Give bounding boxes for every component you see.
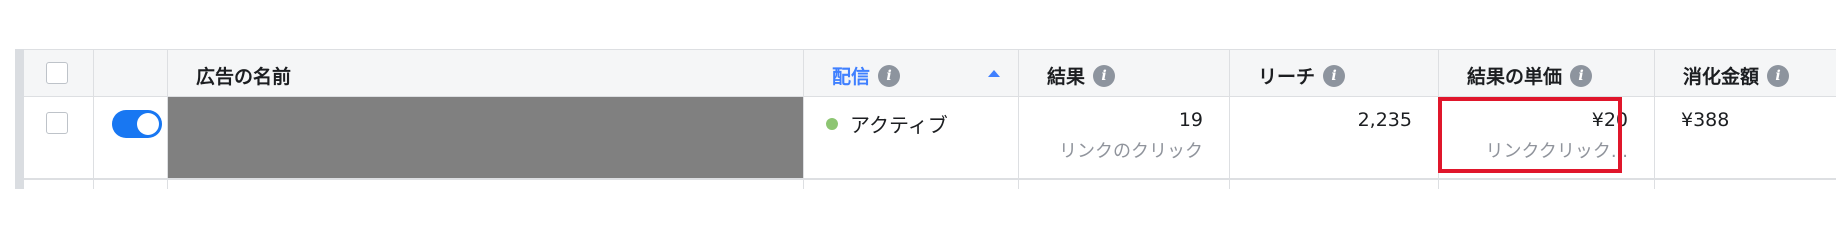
info-icon[interactable]: i [1093, 64, 1116, 87]
header-ad-name[interactable]: 広告の名前 [168, 50, 804, 96]
ads-manager-table: 広告の名前 配信 i 結果 i リーチ i 結果の単価 i 消化金額 i アクテ… [0, 0, 1836, 252]
redacted-ad-name [168, 97, 803, 178]
delivery-cell: アクティブ [804, 97, 1019, 178]
column-label-amount-spent: 消化金額 [1683, 66, 1760, 88]
info-icon[interactable]: i [1323, 64, 1346, 87]
partial-cell [804, 180, 1019, 189]
row-select-cell [24, 97, 94, 178]
info-icon[interactable]: i [1767, 64, 1790, 87]
table-row-partial [24, 180, 1836, 189]
column-label-results: 結果 [1047, 66, 1086, 88]
amount-spent-cell: ¥388 [1655, 97, 1836, 178]
partial-cell [1655, 180, 1836, 189]
table-row[interactable]: アクティブ 19 リンクのクリック 2,235 ¥20 リンククリック... ¥… [24, 97, 1836, 180]
reach-value: 2,235 [1357, 109, 1412, 131]
ad-on-off-toggle[interactable] [112, 110, 162, 138]
header-amount-spent[interactable]: 消化金額 i [1655, 50, 1836, 96]
header-toggle-cell [94, 50, 168, 96]
header-select-cell [24, 50, 94, 96]
header-results[interactable]: 結果 i [1019, 50, 1230, 96]
table-header-row: 広告の名前 配信 i 結果 i リーチ i 結果の単価 i 消化金額 i [24, 49, 1836, 97]
column-label-cost-per-result: 結果の単価 [1467, 66, 1563, 88]
reach-cell: 2,235 [1230, 97, 1439, 178]
amount-spent-value: ¥388 [1681, 109, 1730, 131]
table-left-gutter [15, 49, 24, 189]
column-label-delivery: 配信 [832, 66, 871, 88]
cost-per-result-value: ¥20 [1591, 109, 1628, 131]
results-value: 19 [1178, 109, 1203, 131]
cost-per-result-cell: ¥20 リンククリック... [1439, 97, 1655, 178]
row-toggle-cell [94, 97, 168, 178]
column-label-reach: リーチ [1258, 66, 1316, 88]
header-reach[interactable]: リーチ i [1230, 50, 1439, 96]
select-all-checkbox[interactable] [46, 62, 68, 84]
header-delivery[interactable]: 配信 i [804, 50, 1019, 96]
partial-cell [1230, 180, 1439, 189]
results-type: リンクのクリック [1059, 141, 1203, 162]
row-checkbox[interactable] [46, 112, 68, 134]
toggle-knob [137, 113, 159, 135]
partial-cell [168, 180, 804, 189]
info-icon[interactable]: i [1570, 64, 1593, 87]
active-status-dot [826, 117, 838, 130]
results-cell: 19 リンクのクリック [1019, 97, 1230, 178]
cost-per-result-type: リンククリック... [1485, 141, 1628, 162]
header-cost-per-result[interactable]: 結果の単価 i [1439, 50, 1655, 96]
delivery-status: アクティブ [850, 113, 948, 137]
sort-ascending-icon[interactable] [988, 70, 1000, 77]
partial-cell [94, 180, 168, 189]
column-label-ad-name: 広告の名前 [196, 66, 292, 88]
ad-name-cell[interactable] [168, 97, 804, 178]
partial-cell [1019, 180, 1230, 189]
info-icon[interactable]: i [878, 64, 901, 87]
partial-cell [1439, 180, 1655, 189]
partial-cell [24, 180, 94, 189]
